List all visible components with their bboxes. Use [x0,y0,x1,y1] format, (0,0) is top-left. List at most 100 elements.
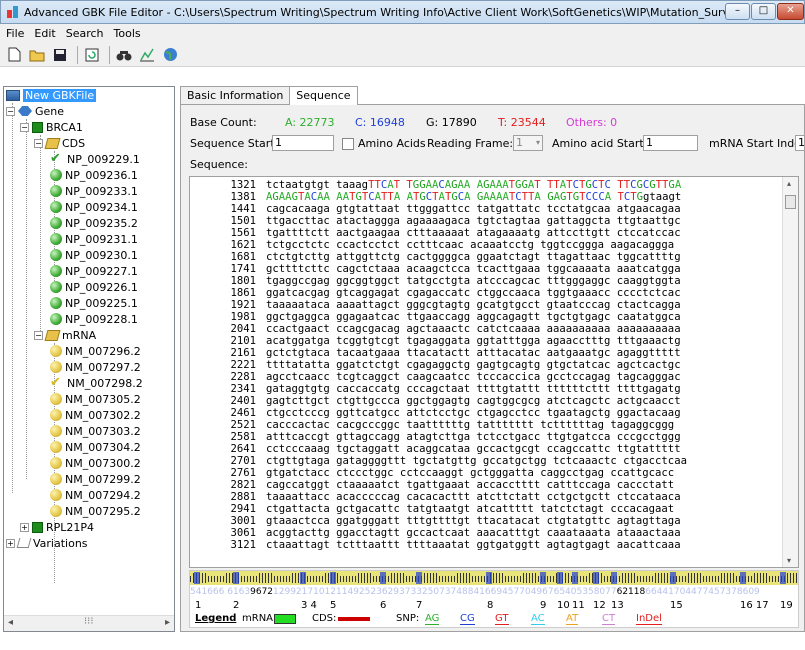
menu-edit[interactable]: Edit [34,27,55,40]
minimize-button[interactable]: – [725,3,750,20]
amino-acids-checkbox[interactable] [342,138,354,150]
tree-leaf-nm-007296-2[interactable]: NM_007296.2 [50,343,141,359]
sequence-position: 2761 [230,467,256,479]
scroll-grip-icon[interactable]: ⁝⁝⁝ [84,616,94,627]
exon-number: 7 [416,600,423,611]
reading-frame-select[interactable]: 1 ▾ [513,135,543,151]
menu-tools[interactable]: Tools [114,27,141,40]
menu-bar: File Edit Search Tools [0,24,805,43]
tree-node-brca1[interactable]: − BRCA1 [20,119,83,135]
count-c: C: 16948 [355,116,405,129]
tree-leaf-np-009225-1[interactable]: NP_009225.1 [50,295,138,311]
sequence-row: 3061 acggtacttg ggacctagtt gccactcaat aaa… [194,527,687,539]
chart-icon[interactable] [137,45,157,65]
sequence-bases: tgattttctt aactgaagaa ctttaaaaat atagaaa… [266,227,681,239]
tree-node-rpl21p4[interactable]: + RPL21P4 [20,519,94,535]
collapse-icon[interactable]: − [34,330,43,340]
tree-leaf-label: NP_009230.1 [65,248,138,262]
scroll-down-icon[interactable]: ▾ [787,556,791,565]
menu-search[interactable]: Search [66,27,104,40]
tree-leaf-np-009227-1[interactable]: NP_009227.1 [50,263,138,279]
tree-leaf-nm-007299-2[interactable]: NM_007299.2 [50,471,141,487]
gene-square-icon [32,121,43,133]
tree-node-gene[interactable]: − Gene [6,103,64,119]
open-folder-icon[interactable] [27,45,47,65]
protein-icon [50,169,62,181]
tree-leaf-nm-007304-2[interactable]: NM_007304.2 [50,439,141,455]
new-document-icon[interactable] [4,45,24,65]
tree-root[interactable]: New GBKFile [6,87,97,103]
tab-basic-information[interactable]: Basic Information [180,86,291,104]
scroll-right-icon[interactable]: ▸ [165,617,170,628]
expand-icon[interactable]: + [6,538,15,548]
sequence-start-input[interactable]: 1 [272,135,334,151]
tree-leaf-nm-007298-2[interactable]: ✔ NM_007298.2 [50,375,143,391]
tree-leaf-np-009231-1[interactable]: NP_009231.1 [50,231,138,247]
save-icon[interactable] [50,45,70,65]
legend: 1 2 3 4 5 6 7 8 9 10 11 12 13 15 16 17 1… [190,600,798,628]
legend-title[interactable]: Legend [195,613,236,624]
vertical-scrollbar[interactable]: ▴ ▾ [782,177,798,567]
find-icon[interactable] [114,45,134,65]
tree-leaf-np-009233-1[interactable]: NP_009233.1 [50,183,138,199]
tree-leaf-nm-007303-2[interactable]: NM_007303.2 [50,423,141,439]
close-button[interactable]: ✕ [777,3,804,20]
tree-leaf-nm-007294-2[interactable]: NM_007294.2 [50,487,141,503]
collapse-icon[interactable]: − [34,138,43,148]
transcript-icon [50,409,62,421]
scroll-thumb[interactable] [785,195,796,209]
globe-icon[interactable] [160,45,180,65]
tree-leaf-np-009226-1[interactable]: NP_009226.1 [50,279,138,295]
collapse-icon[interactable]: − [6,106,15,116]
map-positions-left: 541666 6163 [190,587,251,597]
sequence-position: 1801 [230,275,256,287]
tree-leaf-label: NM_007296.2 [65,344,141,358]
tree-node-mrna[interactable]: − mRNA [34,327,96,343]
count-others: Others: 0 [566,116,618,129]
scroll-up-icon[interactable]: ▴ [787,179,791,188]
tree-leaf-np-009236-1[interactable]: NP_009236.1 [50,167,138,183]
protein-icon [50,281,62,293]
transcript-icon [50,457,62,469]
tree-leaf-np-009229-1[interactable]: ✔ NP_009229.1 [50,151,140,167]
tree-leaf-np-009235-2[interactable]: NP_009235.2 [50,215,138,231]
amino-acid-start-input[interactable]: 1 [643,135,698,151]
sequence-viewer[interactable]: 1321 tctaatgtgt taaagTTCAT TGGAACAGAA AGA… [189,176,799,568]
tree-root-label: New GBKFile [23,88,97,102]
horizontal-scrollbar[interactable]: ◂ ⁝⁝⁝ ▸ [4,615,174,631]
sequence-position: 2581 [230,431,256,443]
tree-node-label: Gene [35,104,65,118]
restore-button[interactable]: □ [751,3,776,20]
sequence-bases: acatggatga tcggtgtcgt tgagaggata ggtattt… [266,335,681,347]
tree-leaf-nm-007300-2[interactable]: NM_007300.2 [50,455,141,471]
tree-leaf-nm-007297-2[interactable]: NM_007297.2 [50,359,141,375]
sequence-row: 1861 ggatcacgag gtcaggagat cgagaccatc ctg… [194,287,687,299]
sequence-row: 1501 ttgaccttac atactaggga agaaaagaca tgt… [194,215,687,227]
sequence-bases: atttcaccgt gttagccagg atagtcttga tctcctg… [266,431,681,443]
tree-leaf-np-009228-1[interactable]: NP_009228.1 [50,311,138,327]
tree-leaf-nm-007295-2[interactable]: NM_007295.2 [50,503,141,519]
snp-legend-ac: AC [531,613,545,625]
sequence-bases: tctgcctctc ccactcctct cctttcaac acaaatcc… [266,239,675,251]
sequence-position: 3121 [230,539,256,551]
scroll-left-icon[interactable]: ◂ [8,617,13,628]
refresh-icon[interactable] [82,45,102,65]
sequence-bases: gcttttcttc cagctctaaa acaagctcca tcacttg… [266,263,681,275]
tab-sequence[interactable]: Sequence [289,86,358,105]
collapse-icon[interactable]: − [20,122,29,132]
sequence-bases: ctgattacta gctgacattc tatgtaatgt atcattt… [266,503,675,515]
tree-leaf-np-009230-1[interactable]: NP_009230.1 [50,247,138,263]
protein-icon [50,297,62,309]
menu-file[interactable]: File [6,27,24,40]
tree-leaf-nm-007302-2[interactable]: NM_007302.2 [50,407,141,423]
gene-map[interactable]: 541666 616396721299217101211492523629373… [189,570,799,628]
sequence-row: 2461 ctgcctcccg ggttcatgcc attctcctgc ctg… [194,407,687,419]
expand-icon[interactable]: + [20,522,29,532]
mrna-start-index-input[interactable]: 1 [795,135,805,151]
tree-leaf-nm-007305-2[interactable]: NM_007305.2 [50,391,141,407]
tree-node-cds[interactable]: − CDS [34,135,85,151]
tree-node-variations[interactable]: + Variations [6,535,88,551]
sequence-row: 1621 tctgcctctc ccactcctct cctttcaac acaa… [194,239,687,251]
tree-leaf-np-009234-1[interactable]: NP_009234.1 [50,199,138,215]
gene-map-track[interactable] [190,571,798,585]
